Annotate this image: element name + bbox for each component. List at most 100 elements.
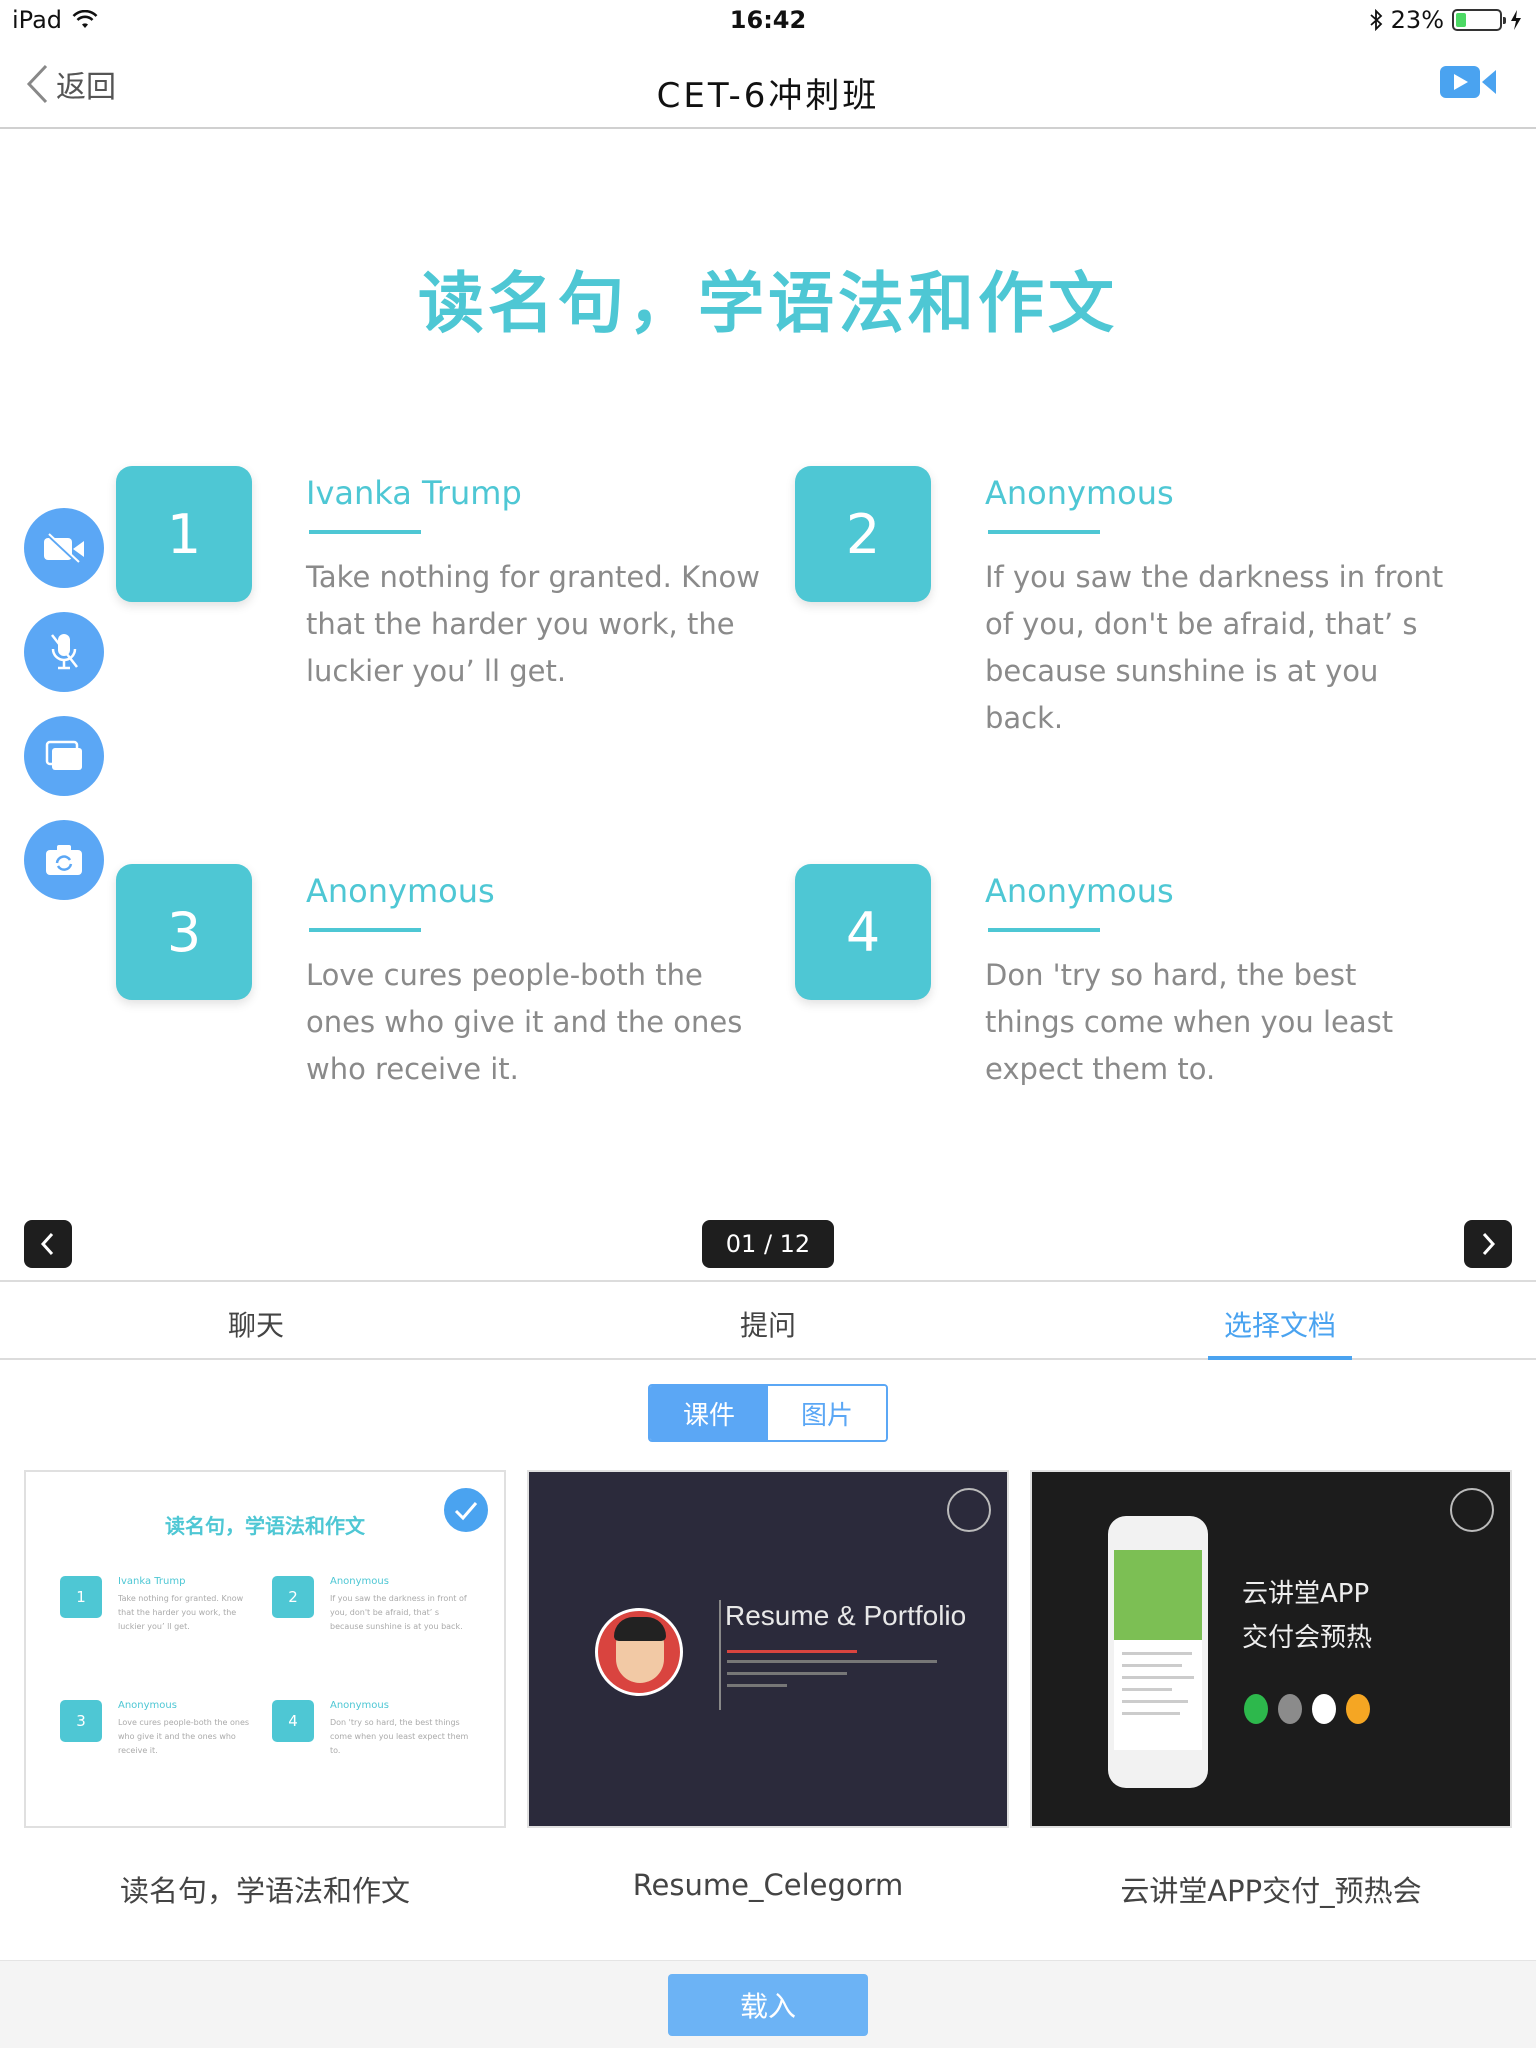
quote-number: 3 [116,864,252,1000]
status-right: 23% [1369,6,1522,34]
document-name: 云讲堂APP交付_预热会 [1120,1874,1422,1908]
phone-screen-line [1122,1676,1194,1679]
page-counter: 01 / 12 [702,1220,834,1268]
mic-off-icon [51,634,78,670]
thumb-divider [719,1600,721,1710]
camera-toggle-button[interactable] [24,508,104,588]
thumb-quote-number: 1 [60,1576,102,1618]
prev-page-button[interactable] [24,1220,72,1268]
quote-number: 4 [795,864,931,1000]
nav-bar: 返回 CET-6冲刺班 [0,40,1536,129]
screen-layout-button[interactable] [24,716,104,796]
author-underline [309,928,421,932]
quote-author: Anonymous [306,872,495,910]
document-name: Resume_Celegorm [632,1868,904,1902]
thumb-quote-text: Take nothing for granted. Know that the … [118,1594,244,1631]
selected-checkbox[interactable] [444,1488,488,1532]
quote-text: Take nothing for granted. Know that the … [306,560,760,688]
quote-author: Anonymous [985,474,1174,512]
phone-screen-line [1122,1712,1180,1715]
document-thumbnail[interactable]: 云讲堂APP 交付会预热 [1030,1470,1512,1828]
avatar-hair [614,1617,666,1641]
tab-question[interactable]: 提问 [512,1282,1024,1358]
phone-screen-line [1122,1688,1172,1691]
page-title: CET-6冲刺班 [656,76,880,116]
battery-fill [1456,13,1466,27]
quote-number: 2 [795,466,931,602]
gray-dot [1278,1694,1302,1724]
document-card[interactable]: Resume & Portfolio Resume_Celegorm [527,1470,1009,1902]
status-time: 16:42 [729,6,807,34]
video-camera-button[interactable] [1438,62,1498,106]
unselected-checkbox[interactable] [947,1488,991,1532]
document-card[interactable]: 读名句，学语法和作文 1 Ivanka Trump Take nothing f… [24,1470,506,1910]
chevron-left-icon [40,1232,54,1256]
phone-illustration [1108,1516,1208,1788]
quote-number: 1 [116,466,252,602]
phone-screen-line [1122,1700,1188,1703]
thumb-title: 云讲堂APP 交付会预热 [1242,1572,1372,1660]
thumb-text-line [727,1672,847,1675]
thumb-title: Resume & Portfolio [725,1600,967,1631]
camera-off-icon [44,532,84,564]
phone-screen-line [1122,1664,1182,1667]
author-underline [309,530,421,534]
segment-courseware[interactable]: 课件 [650,1386,768,1440]
thumb-text-line [727,1660,937,1663]
quote-text: If you saw the darkness in front of you,… [985,560,1444,735]
quote-author: Anonymous [985,872,1174,910]
phone-screen-banner [1114,1550,1202,1640]
quote-text: Love cures people-both the ones who give… [306,958,743,1086]
thumb-quote-number: 3 [60,1700,102,1742]
bottom-bar: 载入 [0,1960,1536,2048]
bluetooth-icon [1370,9,1382,31]
color-dots [1244,1694,1370,1724]
thumb-quote-author: Anonymous [330,1700,389,1711]
document-thumbnail[interactable]: Resume & Portfolio [527,1470,1009,1828]
document-name: 读名句，学语法和作文 [119,1874,410,1908]
white-dot [1312,1694,1336,1724]
slide-viewer: 读名句，学语法和作文 1 Ivanka Trump Take nothing f… [0,130,1536,1280]
thumb-quote-number: 4 [272,1700,314,1742]
quote-author: Ivanka Trump [306,474,522,512]
thumb-text-line [727,1650,857,1653]
author-underline [988,928,1100,932]
load-button[interactable]: 载入 [668,1974,868,2036]
chevron-right-icon [1482,1232,1496,1256]
thumb-title: 读名句，学语法和作文 [165,1514,365,1538]
video-camera-icon [1440,66,1496,98]
phone-screen-line [1122,1652,1192,1655]
checkmark-icon [454,1502,478,1521]
thumb-title-line: 云讲堂APP [1242,1579,1370,1609]
switch-camera-button[interactable] [24,820,104,900]
segment-images[interactable]: 图片 [768,1386,886,1440]
thumb-quote-text: Don 'try so hard, the best things come w… [330,1718,469,1755]
charging-icon [1511,10,1521,30]
camera-switch-icon [46,845,82,875]
thumb-text-line [727,1684,787,1687]
document-card[interactable]: 云讲堂APP 交付会预热 云讲堂APP交付_预热会 [1030,1470,1512,1910]
thumb-quote-author: Ivanka Trump [118,1576,186,1587]
document-thumbnail[interactable]: 读名句，学语法和作文 1 Ivanka Trump Take nothing f… [24,1470,506,1828]
bottom-tabs: 聊天 提问 选择文档 [0,1280,1536,1360]
avatar [595,1608,683,1696]
tab-select-document[interactable]: 选择文档 [1024,1282,1536,1360]
quote-text: Don 'try so hard, the best things come w… [985,958,1394,1086]
status-bar: iPad 16:42 23% [0,0,1536,40]
thumb-quote-number: 2 [272,1576,314,1618]
orange-dot [1346,1694,1370,1724]
thumb-quote-text: Love cures people-both the ones who give… [118,1718,250,1755]
phone-screen [1114,1550,1202,1750]
slide-title: 读名句，学语法和作文 [418,265,1118,342]
next-page-button[interactable] [1464,1220,1512,1268]
thumb-title-line: 交付会预热 [1242,1623,1373,1653]
mic-toggle-button[interactable] [24,612,104,692]
tab-chat[interactable]: 聊天 [0,1282,512,1358]
thumb-quote-text: If you saw the darkness in front of you,… [330,1594,467,1631]
side-controls [24,508,104,924]
unselected-checkbox[interactable] [1450,1488,1494,1532]
screens-icon [45,740,82,770]
author-underline [988,530,1100,534]
battery-icon [1452,9,1506,31]
green-dot [1244,1694,1268,1724]
